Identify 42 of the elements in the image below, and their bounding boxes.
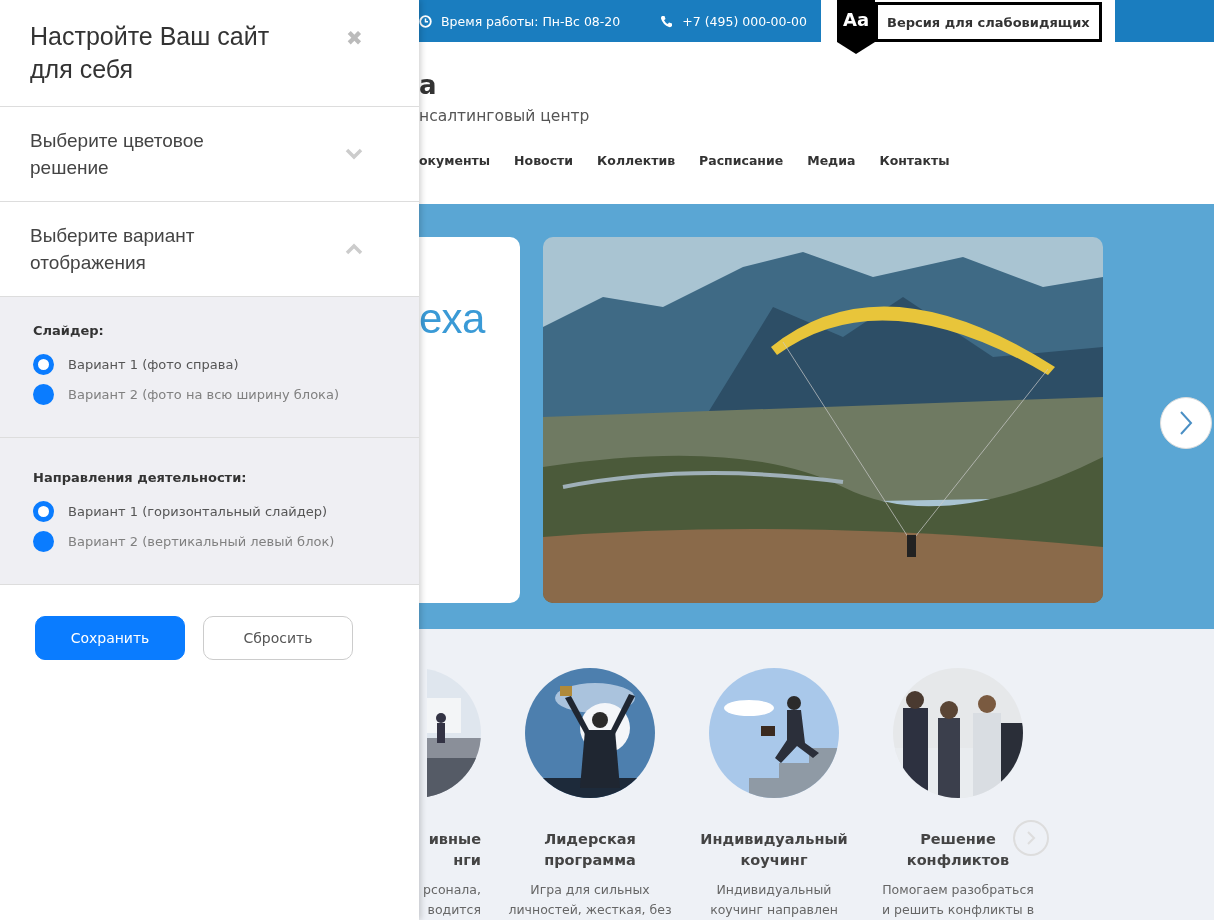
chevron-right-icon	[1026, 830, 1036, 846]
radio-button[interactable]	[33, 500, 54, 522]
option-label[interactable]: Вариант 2 (вертикальный левый блок)	[68, 533, 335, 549]
chevron-right-icon	[1179, 409, 1193, 436]
radio-button[interactable]	[33, 530, 54, 552]
service-description: Помогаем разобраться и решить конфликты в	[881, 881, 1035, 919]
group-label: Слайдер:	[33, 323, 105, 338]
service-description: Игра для сильных личностей, жесткая, без	[508, 881, 672, 919]
next-slide-button[interactable]	[1160, 396, 1212, 449]
service-title: Индивидуальный коучинг	[700, 830, 848, 870]
accordion-header[interactable]: Выберите вариант отображения	[0, 202, 419, 297]
option-label[interactable]: Вариант 2 (фото на всю ширину блока)	[68, 386, 339, 402]
nav-link[interactable]: Коллектив	[597, 153, 676, 169]
working-hours: Время работы: Пн-Вс 08-20	[441, 13, 621, 29]
nav-link[interactable]: Новости	[514, 153, 574, 169]
save-button[interactable]: Сохранить	[35, 616, 185, 660]
radio-button[interactable]	[33, 383, 54, 405]
option-label[interactable]: Вариант 1 (фото справа)	[68, 356, 239, 372]
slide-heading: еха	[419, 294, 487, 343]
phone-icon	[660, 14, 674, 28]
nav-link[interactable]: Расписание	[699, 153, 784, 169]
nav-link[interactable]: окументы	[419, 153, 491, 169]
service-title: Лидерская программа	[544, 830, 636, 870]
service-description: Индивидуальный коучинг направлен	[710, 881, 838, 919]
chevron-down-icon	[345, 148, 363, 160]
font-size-badge: Aa	[837, 0, 875, 54]
reset-button[interactable]: Сбросить	[203, 616, 353, 660]
radio-button[interactable]	[33, 353, 54, 375]
service-title: Решение конфликтов	[906, 830, 1010, 870]
site-tagline: нсалтинговый центр	[419, 107, 591, 126]
option-label[interactable]: Вариант 1 (горизонтальный слайдер)	[68, 503, 328, 519]
site-logo: а	[419, 69, 438, 102]
accordion-header[interactable]: Выберите цветовое решение	[0, 107, 419, 202]
accessibility-button[interactable]: Версия для слабовидящих	[875, 2, 1102, 42]
service-title: ивные нги	[428, 830, 481, 870]
nav-link[interactable]: Медиа	[807, 153, 856, 169]
service-description: рсонала, водится	[423, 881, 481, 919]
phone-number: +7 (495) 000-00-00	[682, 13, 807, 29]
chevron-up-icon	[345, 243, 363, 255]
group-label: Направления деятельности:	[33, 470, 248, 485]
nav-link[interactable]: Контакты	[879, 153, 950, 169]
panel-title: Настройте Ваш сайт для себя	[30, 21, 271, 85]
